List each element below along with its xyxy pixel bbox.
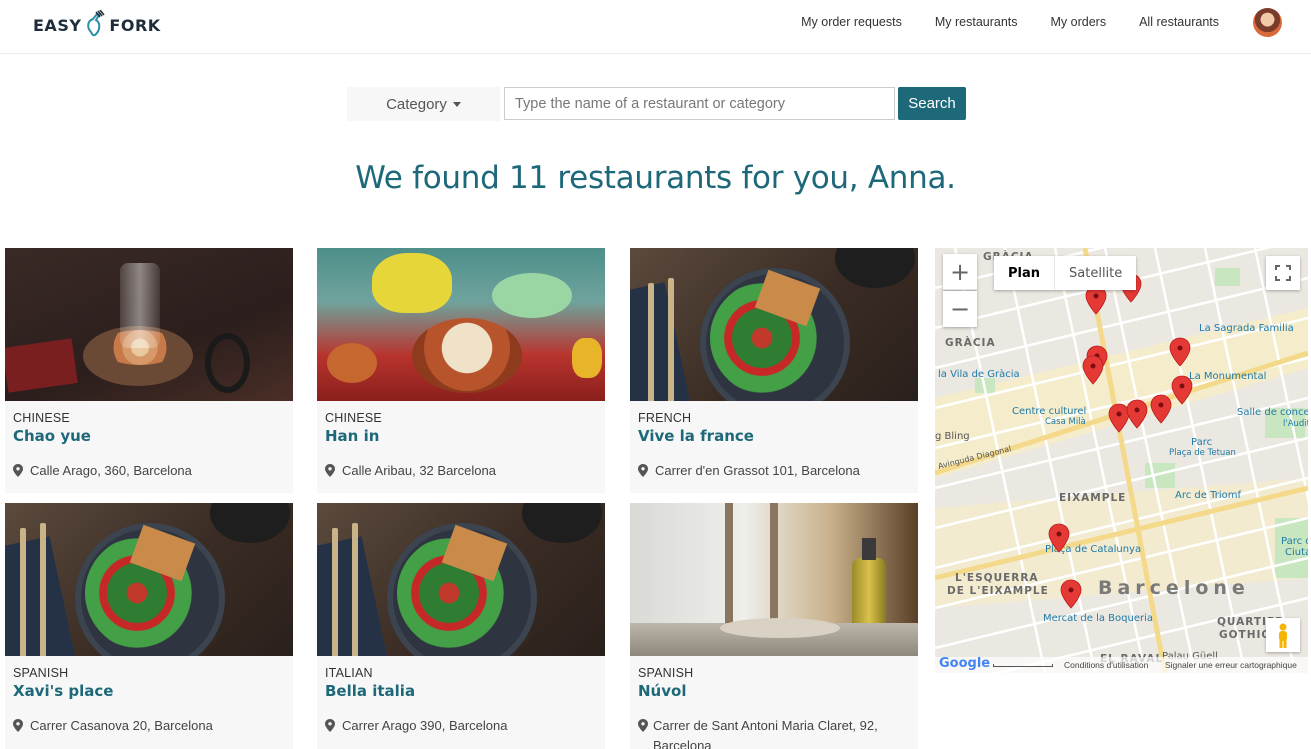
map-label-parc-c2: Ciuta (1285, 547, 1308, 558)
map-label-catalunya: Plaça de Catalunya (1045, 544, 1142, 555)
restaurant-photo (630, 248, 918, 401)
restaurant-category: SPANISH (13, 666, 69, 680)
restaurant-address: Calle Aribau, 32 Barcelona (325, 461, 597, 481)
map-label-auditori: l'Auditori (1283, 419, 1308, 429)
map-label-casa-mila: Casa Milà (1045, 417, 1086, 427)
map-label-arc: Arc de Triomf (1175, 490, 1241, 501)
restaurant-card[interactable]: CHINESE Chao yue Calle Arago, 360, Barce… (5, 248, 293, 493)
map-label-gracia: GRÀCIA (945, 337, 996, 349)
caret-down-icon (452, 101, 461, 107)
map-label-sagrada: La Sagrada Familia (1199, 323, 1294, 334)
restaurant-category: ITALIAN (325, 666, 373, 680)
restaurant-name[interactable]: Xavi's place (13, 682, 285, 700)
address-text: Calle Aribau, 32 Barcelona (342, 463, 496, 478)
location-pin-icon (13, 719, 23, 732)
location-pin-icon (638, 719, 648, 732)
restaurant-address: Carrer de Sant Antoni Maria Claret, 92, … (638, 716, 910, 749)
map-label-esquerra-1: L'ESQUERRA (955, 572, 1039, 584)
restaurant-photo (317, 503, 605, 656)
location-pin-icon (13, 464, 23, 477)
restaurant-category: SPANISH (638, 666, 694, 680)
restaurant-address: Calle Arago, 360, Barcelona (13, 461, 285, 481)
results-headline: We found 11 restaurants for you, Anna. (355, 160, 956, 196)
map-label-bling: g Bling (935, 431, 970, 442)
restaurant-name[interactable]: Bella italia (325, 682, 597, 700)
restaurant-name[interactable]: Chao yue (13, 427, 285, 445)
map-label-monumental: La Monumental (1189, 371, 1267, 382)
map-label-salle: Salle de conce (1237, 407, 1308, 418)
address-text: Carrer d'en Grassot 101, Barcelona (655, 463, 860, 478)
street-view-pegman[interactable] (1266, 618, 1300, 652)
address-text: Calle Arago, 360, Barcelona (30, 463, 192, 478)
fullscreen-button[interactable] (1266, 256, 1300, 290)
nav-all-restaurants[interactable]: All restaurants (1139, 15, 1219, 29)
restaurant-name[interactable]: Han in (325, 427, 597, 445)
location-pin-icon (638, 464, 648, 477)
google-logo: Google (939, 656, 991, 671)
map-label-vila: la Vila de Gràcia (938, 369, 1020, 380)
search-input[interactable] (504, 87, 895, 120)
nav-my-restaurants[interactable]: My restaurants (935, 15, 1018, 29)
map-footer: Google Conditions d'utilisation Signaler… (935, 656, 1308, 673)
restaurant-photo (5, 248, 293, 401)
map-label-esquerra-2: DE L'EIXAMPLE (947, 585, 1049, 597)
address-text: Carrer Arago 390, Barcelona (342, 718, 508, 733)
restaurant-card[interactable]: SPANISH Xavi's place Carrer Casanova 20,… (5, 503, 293, 749)
easy-fork-logo[interactable]: EASY FORK (33, 8, 161, 42)
restaurant-address: Carrer Arago 390, Barcelona (325, 716, 597, 736)
map-label-tetuan: Plaça de Tetuan (1169, 448, 1236, 458)
location-pin-icon (325, 719, 335, 732)
map-type-satellite[interactable]: Satellite (1055, 256, 1136, 290)
main-nav: My order requests My restaurants My orde… (801, 0, 1311, 44)
restaurant-card[interactable]: CHINESE Han in Calle Aribau, 32 Barcelon… (317, 248, 605, 493)
address-text: Carrer Casanova 20, Barcelona (30, 718, 213, 733)
restaurant-name[interactable]: Núvol (638, 682, 910, 700)
map-label-barcelone: Barcelone (1098, 577, 1250, 599)
top-navbar: EASY FORK My order requests My restauran… (0, 0, 1311, 54)
map-label-boqueria: Mercat de la Boqueria (1043, 613, 1153, 624)
zoom-out-button[interactable]: − (943, 291, 977, 327)
fullscreen-icon (1275, 265, 1291, 281)
location-pin-icon (325, 464, 335, 477)
map-report-error-link[interactable]: Signaler une erreur cartographique (1165, 660, 1297, 670)
restaurant-address: Carrer d'en Grassot 101, Barcelona (638, 461, 910, 481)
fork-logo-icon (87, 10, 106, 37)
logo-text-easy: EASY (33, 15, 82, 35)
logo-text-fork: FORK (109, 15, 161, 35)
category-label: Category (386, 95, 447, 113)
restaurant-category: CHINESE (325, 411, 382, 425)
map-type-plan[interactable]: Plan (994, 256, 1056, 290)
restaurant-card[interactable]: SPANISH Núvol Carrer de Sant Antoni Mari… (630, 503, 918, 749)
restaurant-photo (630, 503, 918, 656)
search-button[interactable]: Search (898, 87, 966, 120)
restaurant-category: FRENCH (638, 411, 692, 425)
map-label-eixample: EIXAMPLE (1059, 492, 1127, 504)
restaurant-category: CHINESE (13, 411, 70, 425)
address-text: Carrer de Sant Antoni Maria Claret, 92, … (653, 718, 878, 749)
restaurants-map[interactable]: GRÀCIA GRÀCIA La Sagrada Familia la Vila… (935, 248, 1308, 673)
restaurant-address: Carrer Casanova 20, Barcelona (13, 716, 285, 736)
map-label-parc-c1: Parc c (1281, 536, 1308, 547)
search-bar: Category Search (347, 87, 966, 121)
map-label-parc: Parc (1191, 437, 1213, 448)
map-streets (935, 248, 1308, 673)
restaurant-card[interactable]: FRENCH Vive la france Carrer d'en Grasso… (630, 248, 918, 493)
restaurant-photo (317, 248, 605, 401)
map-scale-bar (993, 664, 1053, 667)
user-avatar[interactable] (1253, 8, 1282, 37)
category-dropdown[interactable]: Category (347, 87, 500, 121)
nav-my-orders[interactable]: My orders (1051, 15, 1107, 29)
pegman-icon (1279, 623, 1287, 648)
map-type-control: Plan Satellite (994, 256, 1137, 290)
restaurant-card[interactable]: ITALIAN Bella italia Carrer Arago 390, B… (317, 503, 605, 749)
map-terms-link[interactable]: Conditions d'utilisation (1064, 660, 1148, 670)
restaurant-photo (5, 503, 293, 656)
zoom-in-button[interactable]: + (943, 254, 977, 290)
restaurant-name[interactable]: Vive la france (638, 427, 910, 445)
map-label-centre: Centre culturel (1012, 406, 1087, 417)
nav-my-order-requests[interactable]: My order requests (801, 15, 902, 29)
